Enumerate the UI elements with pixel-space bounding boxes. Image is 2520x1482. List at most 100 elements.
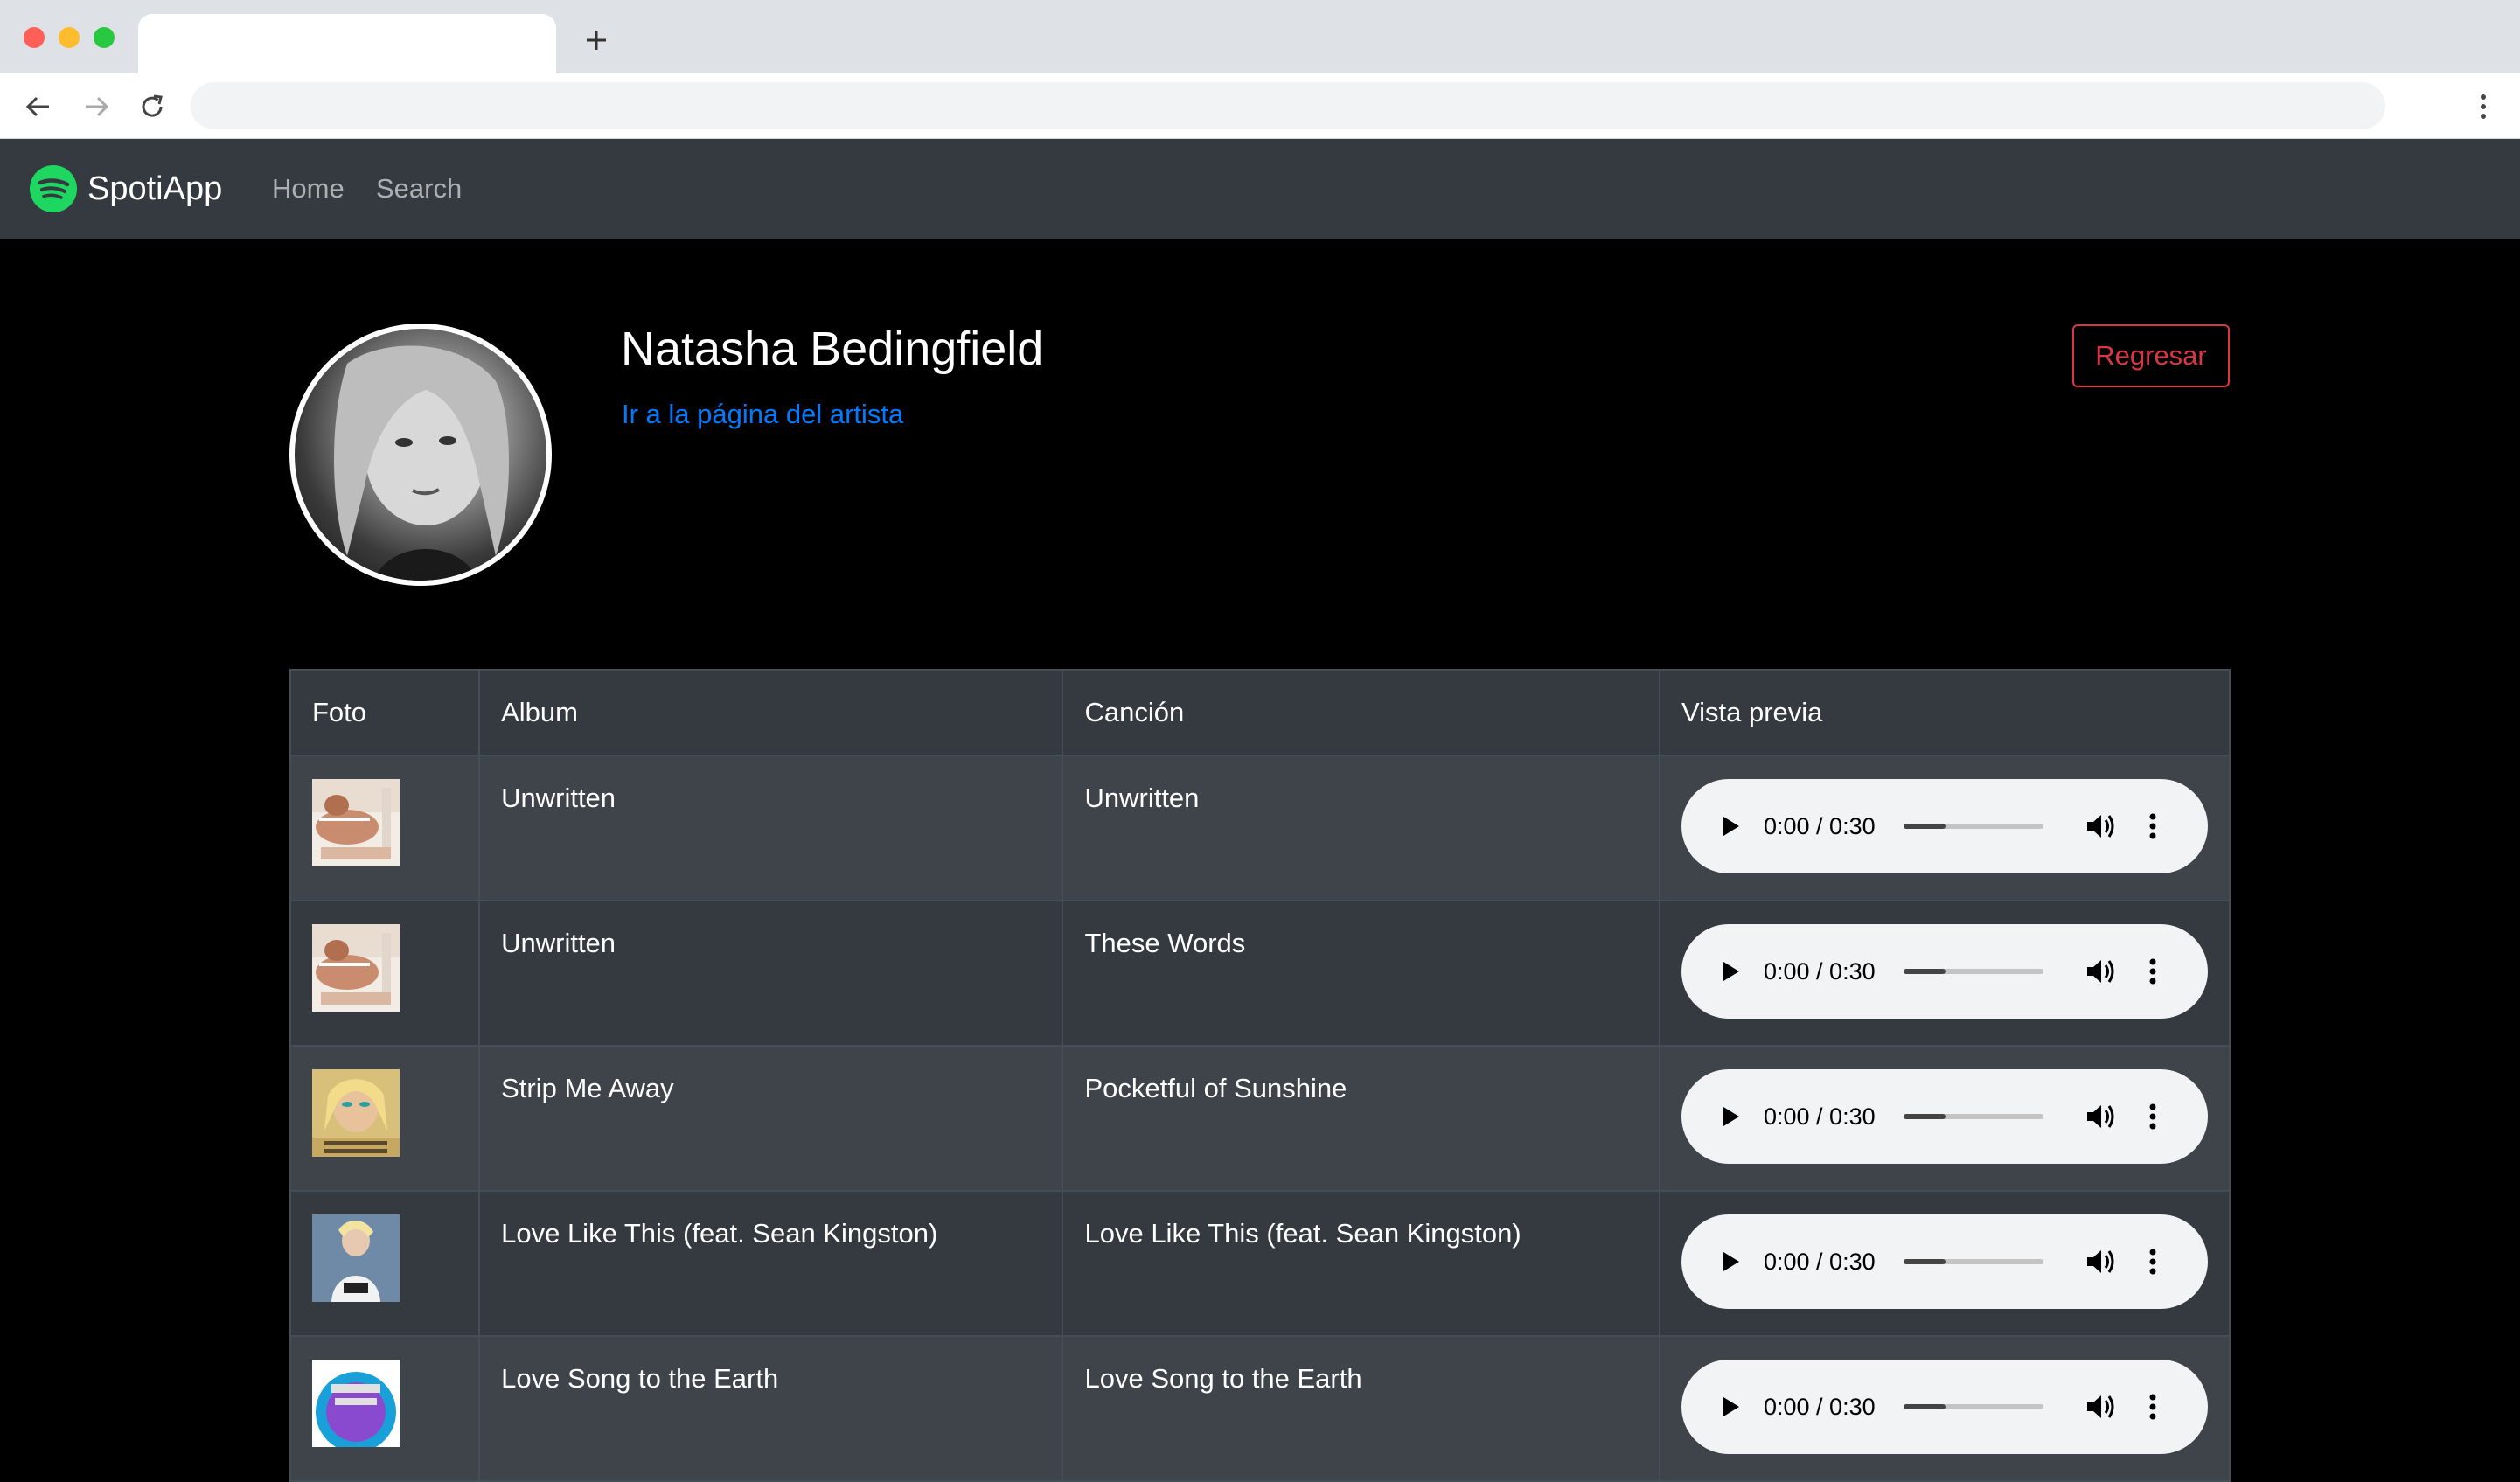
table-row: Strip Me Away Pocketful of Sunshine 0:00…: [289, 1045, 2231, 1192]
volume-icon[interactable]: [2084, 1245, 2117, 1278]
back-button[interactable]: Regresar: [2072, 324, 2230, 387]
header-vista-previa: Vista previa: [1659, 669, 2231, 756]
song-name: Unwritten: [1084, 783, 1200, 813]
song-name: Pocketful of Sunshine: [1084, 1073, 1347, 1103]
foto-cell: [289, 1335, 481, 1482]
table-row: Love Like This (feat. Sean Kingston) Lov…: [289, 1190, 2231, 1337]
album-cover-image: [312, 779, 400, 866]
plus-icon: [587, 31, 606, 50]
album-name: Love Song to the Earth: [501, 1363, 779, 1394]
preview-cell: 0:00 / 0:30: [1659, 900, 2231, 1047]
table-row: Love Song to the Earth Love Song to the …: [289, 1335, 2231, 1482]
header-cancion: Canción: [1062, 669, 1660, 756]
audio-time: 0:00 / 0:30: [1764, 1248, 1876, 1275]
album-cell: Strip Me Away: [478, 1045, 1064, 1192]
foto-cell: [289, 1190, 481, 1337]
preview-cell: 0:00 / 0:30: [1659, 1045, 2231, 1192]
browser-tab[interactable]: [138, 14, 556, 73]
more-options-icon[interactable]: [2140, 1390, 2166, 1423]
audio-seek-bar[interactable]: [1903, 1114, 2043, 1119]
album-cover-image: [312, 1214, 400, 1302]
audio-seek-fill: [1903, 1114, 1946, 1119]
nav-search-link[interactable]: Search: [376, 139, 462, 239]
volume-icon[interactable]: [2084, 1100, 2117, 1133]
more-options-icon[interactable]: [2140, 810, 2166, 843]
audio-seek-bar[interactable]: [1903, 1259, 2043, 1264]
audio-seek-bar[interactable]: [1903, 824, 2043, 829]
reload-button[interactable]: [135, 89, 170, 124]
header-foto: Foto: [289, 669, 481, 756]
album-cover-image: [312, 1360, 400, 1447]
song-cell: These Words: [1062, 900, 1660, 1047]
table-row: Unwritten These Words 0:00 / 0:30: [289, 900, 2231, 1047]
close-window-button[interactable]: [24, 27, 45, 48]
tracks-table: Foto Album Canción Vista previa Unwritte…: [289, 669, 2231, 1482]
preview-cell: 0:00 / 0:30: [1659, 1335, 2231, 1482]
new-tab-button[interactable]: [577, 21, 616, 59]
song-cell: Love Like This (feat. Sean Kingston): [1062, 1190, 1660, 1337]
audio-player[interactable]: 0:00 / 0:30: [1681, 1360, 2208, 1454]
audio-seek-fill: [1903, 1404, 1946, 1409]
volume-icon[interactable]: [2084, 955, 2117, 988]
minimize-window-button[interactable]: [59, 27, 80, 48]
audio-seek-bar[interactable]: [1903, 969, 2043, 974]
brand-link[interactable]: SpotiApp: [30, 139, 222, 239]
audio-seek-fill: [1903, 824, 1946, 829]
album-cell: Unwritten: [478, 900, 1064, 1047]
foto-cell: [289, 900, 481, 1047]
preview-cell: 0:00 / 0:30: [1659, 755, 2231, 901]
arrow-right-icon: [86, 96, 109, 117]
preview-cell: 0:00 / 0:30: [1659, 1190, 2231, 1337]
forward-nav-button[interactable]: [79, 89, 114, 124]
artist-page-link[interactable]: Ir a la página del artista: [622, 399, 903, 430]
play-icon[interactable]: [1716, 1249, 1743, 1275]
more-options-icon[interactable]: [2140, 955, 2166, 988]
arrow-left-icon: [25, 96, 49, 117]
audio-seek-bar[interactable]: [1903, 1404, 2043, 1409]
audio-time: 0:00 / 0:30: [1764, 1103, 1876, 1130]
song-name: Love Like This (feat. Sean Kingston): [1084, 1218, 1521, 1249]
play-icon[interactable]: [1716, 1103, 1743, 1130]
audio-time: 0:00 / 0:30: [1764, 812, 1876, 839]
spotify-logo-icon: [30, 165, 77, 212]
table-row: Unwritten Unwritten 0:00 / 0:30: [289, 755, 2231, 901]
browser-tab-strip: [0, 0, 2520, 73]
album-cell: Unwritten: [478, 755, 1064, 901]
album-name: Strip Me Away: [501, 1073, 674, 1103]
song-cell: Pocketful of Sunshine: [1062, 1045, 1660, 1192]
volume-icon[interactable]: [2084, 810, 2117, 843]
song-cell: Unwritten: [1062, 755, 1660, 901]
artist-name: Natasha Bedingfield: [621, 323, 1044, 375]
maximize-window-button[interactable]: [94, 27, 115, 48]
reload-icon: [142, 94, 163, 117]
album-name: Unwritten: [501, 928, 616, 958]
more-options-icon[interactable]: [2140, 1100, 2166, 1133]
browser-menu-button[interactable]: [2466, 89, 2501, 124]
table-header-row: Foto Album Canción Vista previa: [289, 669, 2231, 756]
back-nav-button[interactable]: [21, 89, 56, 124]
song-name: These Words: [1084, 928, 1246, 958]
audio-player[interactable]: 0:00 / 0:30: [1681, 779, 2208, 873]
audio-player[interactable]: 0:00 / 0:30: [1681, 1214, 2208, 1309]
address-bar[interactable]: [191, 82, 2385, 129]
audio-time: 0:00 / 0:30: [1764, 957, 1876, 985]
artist-photo: [334, 345, 509, 581]
audio-player[interactable]: 0:00 / 0:30: [1681, 924, 2208, 1019]
foto-cell: [289, 755, 481, 901]
foto-cell: [289, 1045, 481, 1192]
header-album: Album: [478, 669, 1064, 756]
audio-seek-fill: [1903, 969, 1946, 974]
nav-home-link[interactable]: Home: [272, 139, 345, 239]
album-cell: Love Song to the Earth: [478, 1335, 1064, 1482]
audio-seek-fill: [1903, 1259, 1946, 1264]
album-cover-image: [312, 1069, 400, 1157]
album-cover-image: [312, 924, 400, 1012]
album-name: Unwritten: [501, 783, 616, 813]
audio-player[interactable]: 0:00 / 0:30: [1681, 1069, 2208, 1164]
more-options-icon[interactable]: [2140, 1245, 2166, 1278]
browser-toolbar: [0, 73, 2520, 139]
play-icon[interactable]: [1716, 813, 1743, 839]
play-icon[interactable]: [1716, 958, 1743, 985]
volume-icon[interactable]: [2084, 1390, 2117, 1423]
app-navbar: SpotiApp Home Search: [0, 139, 2520, 239]
